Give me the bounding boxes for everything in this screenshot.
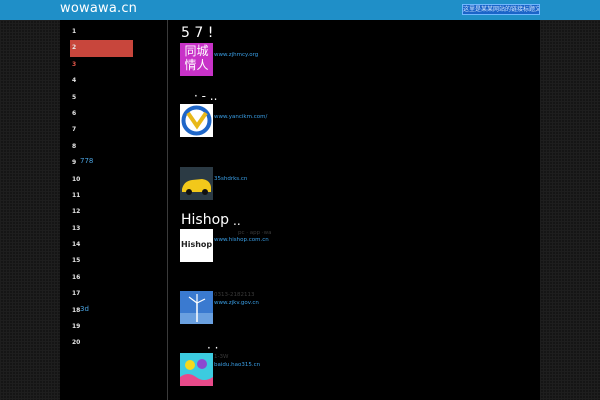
rank-number: 5 — [72, 93, 77, 101]
rank-number: 6 — [72, 109, 77, 117]
list-item[interactable]: 6 — [70, 106, 133, 122]
windmill-logo[interactable] — [180, 291, 213, 324]
entry-url[interactable]: baidu.hao315.cn — [214, 362, 260, 368]
entry-phone: 0313-2182113 — [214, 292, 255, 298]
list-item[interactable]: 14 — [70, 237, 133, 253]
site-title[interactable]: wowawa.cn — [60, 1, 137, 16]
rank-number: 15 — [72, 257, 81, 265]
list-item[interactable]: 19 — [70, 319, 133, 335]
list-item[interactable]: 12 — [70, 204, 133, 220]
ranking-list: 1 2 3 4 5 6 7 8 9 778 10 11 12 13 14 15 1… — [70, 24, 136, 352]
entry-tagline: 1-3W — [214, 354, 229, 360]
entry-heading[interactable]: 5 7 ! — [181, 25, 213, 41]
entry-url[interactable]: www.zjkv.gov.cn — [214, 300, 259, 306]
list-item-selected[interactable]: 2 — [70, 40, 133, 57]
entry-tagline: pc · app ·wa — [238, 230, 272, 236]
list-item[interactable]: 20 — [70, 335, 133, 351]
rank-number: 9 — [72, 159, 77, 167]
right-background-pattern — [540, 20, 600, 400]
list-item[interactable]: 17 — [70, 286, 133, 302]
circle-logo-icon — [181, 105, 212, 136]
column-divider — [167, 20, 168, 400]
logo-text: Hishop — [181, 240, 213, 249]
circle-logo[interactable] — [180, 104, 213, 137]
entry-url[interactable]: 35shdrks.cn — [214, 176, 247, 182]
entry-url[interactable]: www.yancikm.com/ — [214, 114, 267, 120]
list-item[interactable]: 13 — [70, 221, 133, 237]
top-banner-link[interactable]: 这里是某某网站的链接标题文字 — [462, 4, 540, 15]
rank-number: 16 — [72, 273, 81, 281]
colorful-icon — [180, 353, 213, 386]
rank-number: 14 — [72, 241, 81, 249]
rank-number: 1 — [72, 28, 77, 35]
colorful-logo[interactable] — [180, 353, 213, 386]
list-item[interactable]: 18 3d — [70, 303, 133, 319]
left-background-pattern — [0, 20, 60, 400]
rank-number: 12 — [72, 208, 81, 216]
list-item[interactable]: 8 — [70, 139, 133, 155]
entry-url[interactable]: www.hishop.com.cn — [214, 237, 269, 243]
list-item[interactable]: 11 — [70, 188, 133, 204]
list-item[interactable]: 7 — [70, 122, 133, 138]
entry-url[interactable]: www.zjhmcy.org — [214, 52, 258, 58]
rank-number: 17 — [72, 290, 81, 298]
logo-text-line1: 同城 — [184, 44, 209, 58]
rank-number: 19 — [72, 323, 81, 331]
rank-number: 3 — [72, 60, 77, 68]
list-item[interactable]: 9 778 — [70, 155, 133, 171]
top-banner-link-text[interactable]: 这里是某某网站的链接标题文字 — [463, 5, 539, 14]
entry-heading[interactable]: · - .. — [194, 89, 217, 103]
hishop-logo[interactable]: Hishop — [180, 229, 213, 262]
list-item[interactable]: 5 — [70, 90, 133, 106]
tongcheng-logo[interactable]: 同城 情人 — [180, 43, 213, 76]
logo-text-line2: 情人 — [184, 58, 209, 72]
car-logo[interactable] — [180, 167, 213, 200]
list-item[interactable]: 1 — [70, 24, 133, 40]
list-item[interactable]: 10 — [70, 172, 133, 188]
list-item[interactable]: 4 — [70, 73, 133, 89]
rank-number: 10 — [72, 175, 81, 183]
car-icon — [180, 167, 213, 200]
rank-number: 20 — [72, 339, 81, 347]
list-item[interactable]: 15 — [70, 253, 133, 269]
windmill-icon — [180, 291, 213, 324]
list-item[interactable]: 16 — [70, 270, 133, 286]
entry-heading[interactable]: Hishop — [181, 212, 229, 228]
rank-number: 7 — [72, 126, 77, 134]
rank-number: 4 — [72, 77, 77, 85]
rank-number: 8 — [72, 142, 77, 150]
top-bar: wowawa.cn 这里是某某网站的链接标题文字 — [0, 0, 600, 20]
entry-heading-suffix: .. — [233, 214, 241, 228]
rank-number: 11 — [72, 191, 81, 199]
rank-number: 13 — [72, 224, 81, 232]
rank-label[interactable]: 3d — [80, 305, 89, 313]
list-item[interactable]: 3 — [70, 57, 133, 73]
rank-label[interactable]: 778 — [80, 157, 93, 165]
rank-number: 2 — [72, 44, 77, 52]
